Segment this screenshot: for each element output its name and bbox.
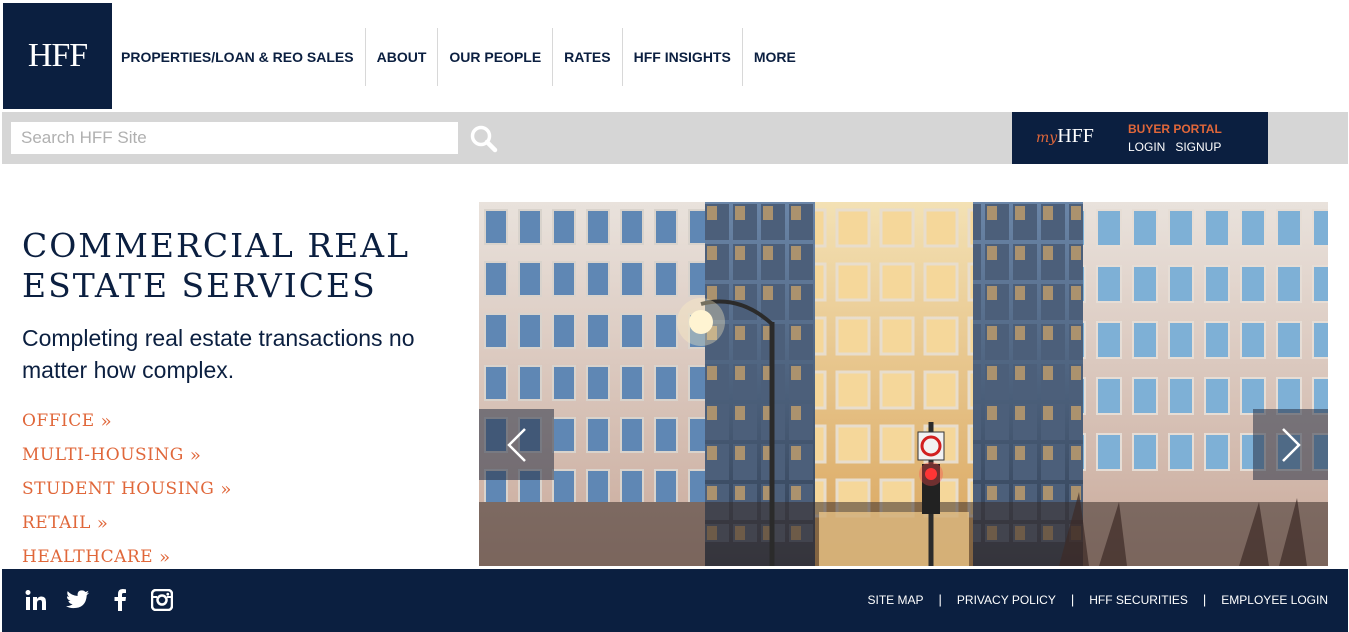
footer-links: SITE MAP | PRIVACY POLICY | HFF SECURITI…	[853, 592, 1329, 607]
double-chevron-right-icon: »	[159, 546, 171, 568]
signup-link[interactable]: SIGNUP	[1175, 140, 1221, 154]
double-chevron-right-icon: »	[220, 478, 232, 500]
nav-item-more[interactable]: MORE	[743, 28, 807, 86]
category-link-retail[interactable]: RETAIL»	[22, 506, 232, 540]
social-links	[24, 588, 174, 612]
search-bar: my HFF BUYER PORTAL LOGIN SIGNUP	[2, 112, 1348, 164]
nav-item-our-people[interactable]: OUR PEOPLE	[438, 28, 554, 86]
category-link-office[interactable]: OFFICE»	[22, 404, 232, 438]
instagram-icon[interactable]	[150, 588, 174, 612]
page-subhead: Completing real estate transactions no m…	[22, 325, 415, 383]
myhff-logo[interactable]: my HFF	[1036, 125, 1094, 148]
nav-item-hff-insights[interactable]: HFF INSIGHTS	[623, 28, 743, 86]
double-chevron-right-icon: »	[96, 512, 109, 534]
site-footer: SITE MAP | PRIVACY POLICY | HFF SECURITI…	[2, 569, 1348, 632]
category-label: MULTI-HOUSING	[22, 445, 184, 465]
hero-slider[interactable]	[479, 202, 1328, 566]
nav-item-rates[interactable]: RATES	[553, 28, 623, 86]
linkedin-icon[interactable]	[24, 588, 48, 612]
nav-item-properties[interactable]: PROPERTIES/LOAN & REO SALES	[112, 28, 366, 86]
page-headline: COMMERCIAL REAL ESTATE SERVICES	[22, 226, 411, 305]
category-link-multi-housing[interactable]: MULTI-HOUSING»	[22, 438, 232, 472]
double-chevron-right-icon: »	[189, 444, 202, 466]
search-input[interactable]	[11, 122, 458, 154]
buyer-portal-panel: my HFF BUYER PORTAL LOGIN SIGNUP	[1012, 112, 1268, 164]
slider-next-button[interactable]	[1253, 409, 1328, 480]
myhff-logo-my: my	[1036, 130, 1058, 146]
category-label: HEALTHCARE	[22, 547, 154, 567]
category-label: RETAIL	[22, 513, 91, 533]
footer-link-employee-login[interactable]: EMPLOYEE LOGIN	[1206, 593, 1328, 607]
hff-logo[interactable]: HFF	[3, 3, 112, 109]
facebook-icon[interactable]	[108, 588, 132, 612]
twitter-icon[interactable]	[66, 588, 90, 612]
category-label: STUDENT HOUSING	[22, 479, 215, 499]
footer-link-privacy-policy[interactable]: PRIVACY POLICY	[942, 593, 1071, 607]
myhff-logo-hff: HFF	[1057, 125, 1094, 147]
main-nav: PROPERTIES/LOAN & REO SALES ABOUT OUR PE…	[112, 28, 807, 86]
category-links: OFFICE» MULTI-HOUSING» STUDENT HOUSING» …	[22, 404, 232, 574]
search-icon[interactable]	[469, 124, 499, 154]
buyer-portal-title: BUYER PORTAL	[1128, 122, 1222, 136]
category-label: OFFICE	[22, 411, 95, 431]
category-link-student-housing[interactable]: STUDENT HOUSING»	[22, 472, 232, 506]
chevron-right-icon	[1281, 427, 1301, 462]
slider-prev-button[interactable]	[479, 409, 554, 480]
logo-text: HFF	[27, 37, 88, 74]
footer-link-site-map[interactable]: SITE MAP	[853, 593, 939, 607]
nav-item-about[interactable]: ABOUT	[366, 28, 439, 86]
footer-link-hff-securities[interactable]: HFF SECURITIES	[1074, 593, 1203, 607]
double-chevron-right-icon: »	[100, 410, 113, 432]
chevron-left-icon	[506, 427, 526, 462]
hero-building-image	[479, 202, 1328, 566]
portal-links: LOGIN SIGNUP	[1128, 140, 1221, 154]
login-link[interactable]: LOGIN	[1128, 140, 1165, 154]
